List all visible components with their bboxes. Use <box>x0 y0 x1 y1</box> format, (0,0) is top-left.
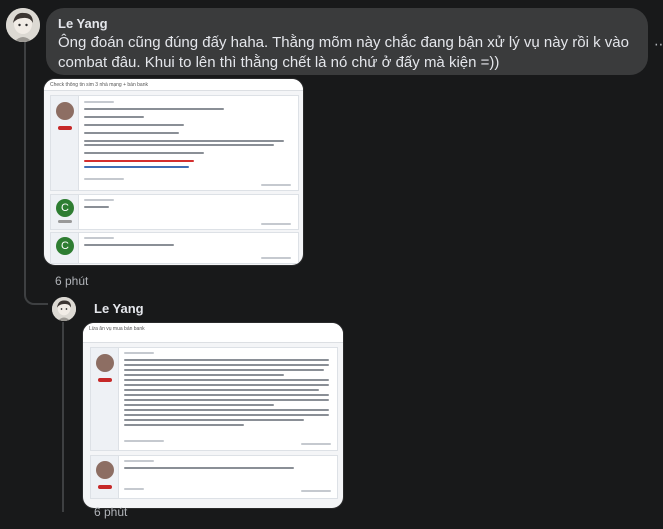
avatar[interactable] <box>52 297 76 321</box>
attached-screenshot[interactable]: Lừa ăn vụ mua bán bank <box>82 322 344 509</box>
comment-bubble: Le Yang Ông đoán cũng đúng đấy haha. Thằ… <box>46 8 648 75</box>
thread-line-reply <box>62 322 64 512</box>
comment-time[interactable]: 6 phút <box>55 274 88 288</box>
reply-time[interactable]: 6 phút <box>94 505 127 519</box>
thread-reply-connector <box>24 285 48 305</box>
avatar[interactable] <box>6 8 40 42</box>
screenshot-post: C <box>50 194 299 230</box>
screenshot-post <box>90 455 338 499</box>
more-dots-icon[interactable]: ⋯ <box>654 37 663 51</box>
attached-screenshot[interactable]: Check thông tin sim 3 nhà mạng + bán ban… <box>43 78 304 266</box>
screenshot-post: C <box>50 232 299 264</box>
screenshot-post <box>50 95 299 191</box>
screenshot-header: Lừa ăn vụ mua bán bank <box>83 323 343 343</box>
comment-text: Ông đoán cũng đúng đấy haha. Thằng mõm n… <box>58 34 629 71</box>
reply-author[interactable]: Le Yang <box>94 301 144 316</box>
thread-line <box>24 40 26 295</box>
comment-author[interactable]: Le Yang <box>58 16 636 32</box>
screenshot-post <box>90 347 338 451</box>
screenshot-header: Check thông tin sim 3 nhà mạng + bán ban… <box>44 79 303 91</box>
